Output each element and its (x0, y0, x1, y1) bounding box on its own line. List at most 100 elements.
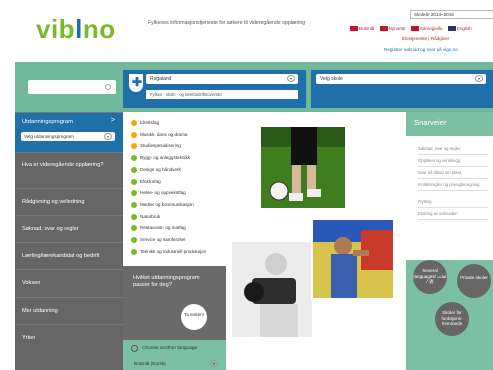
menu-item-guidance[interactable]: Rådgivning og veiledning (15, 188, 123, 215)
program-dot-icon (131, 120, 137, 126)
language-select-value: Bokmål (Norsk) (134, 361, 166, 366)
chevron-down-icon: ▾ (287, 75, 295, 82)
program-dot-icon (131, 166, 137, 173)
program-dot-icon (131, 143, 137, 150)
link-radgiver[interactable]: Rådgiver (431, 36, 449, 41)
logo-text-accent: l (75, 14, 83, 44)
program-item[interactable]: Elektrofag (131, 178, 161, 185)
vilbli-logo[interactable]: viblno (36, 14, 116, 45)
school-value: Velg skole (320, 76, 343, 82)
chevron-right-icon: > (110, 117, 115, 124)
program-item[interactable]: Idrettsfag (131, 120, 159, 126)
lang-nynorsk[interactable]: Nynorsk (389, 26, 406, 31)
program-item[interactable]: Design og håndverk (131, 166, 181, 173)
county-select[interactable]: Rogaland ▾ (146, 74, 298, 84)
program-label: Medier og kommunikasjon (140, 202, 194, 208)
language-links: Bokmål Nynorsk Sámegiella English (346, 26, 472, 32)
program-item[interactable]: Teknikk og industriell produksjon (131, 248, 207, 255)
program-label: Naturbruk (140, 213, 161, 219)
lang-bokmal[interactable]: Bokmål (359, 26, 374, 31)
program-dot-icon (131, 178, 137, 185)
program-label: Design og håndverk (140, 167, 181, 173)
program-item[interactable]: Studiespesialisering (131, 143, 181, 150)
program-item[interactable]: Musikk, dans og drama (131, 131, 188, 138)
program-dot-icon (131, 225, 137, 232)
globe-icon (131, 345, 138, 352)
program-label: Teknikk og industriell produksjon (140, 248, 207, 254)
program-dot-icon (131, 190, 137, 197)
program-dot-icon (131, 213, 137, 220)
disabilities-schools-button[interactable]: Skoler for funksjons-hemmede (435, 302, 469, 336)
shortcut-link[interactable]: Endring av søknaden (418, 211, 488, 220)
program-label: Helse- og oppvekstfag (140, 190, 186, 196)
program-dot-icon (131, 248, 137, 255)
norway-flag-icon (350, 26, 358, 32)
left-menu: Utdanningsprogram > Velg utdanningsprogr… (15, 112, 123, 370)
county-value: Rogaland (150, 76, 172, 82)
logo-text-end: no (82, 14, 116, 44)
painting-photo (311, 218, 395, 300)
chevron-down-icon: ▾ (104, 133, 112, 140)
uk-flag-icon (447, 26, 456, 32)
lang-samegiella[interactable]: Sámegiella (420, 26, 443, 31)
chevron-down-icon: ▾ (210, 360, 218, 367)
program-dot-icon (131, 155, 137, 162)
menu-item-adult[interactable]: Voksen (15, 269, 123, 297)
language-select[interactable]: Bokmål (Norsk) ▾ (131, 359, 221, 369)
county-overview-link[interactable]: Fylkes - skole - og lærebedriftsoversikt (146, 90, 298, 99)
program-item[interactable]: Naturbruk (131, 213, 161, 220)
program-label: Restaurant- og matfag (140, 225, 186, 231)
logo-text: vib (36, 14, 76, 44)
program-label: Studiespesialisering (140, 143, 181, 149)
camera-photo (232, 242, 312, 337)
school-year-select[interactable]: Skoleår 2014–2015▾ (410, 10, 493, 19)
program-item[interactable]: Restaurant- og matfag (131, 225, 186, 232)
chevron-down-icon: ▾ (475, 75, 483, 82)
menu-item-jobs[interactable]: Yrker (15, 324, 123, 354)
program-item[interactable]: Bygg- og anleggsteknikk (131, 155, 191, 162)
program-dot-icon (131, 131, 137, 138)
menu-item-what-is[interactable]: Hva er videregående opplæring? (15, 152, 123, 188)
program-dot-icon (131, 237, 137, 243)
program-label: Musikk, dans og drama (140, 131, 188, 137)
menu-item-more-education[interactable]: Mer utdanning (15, 297, 123, 324)
program-select[interactable]: Velg utdanningsprogram ▾ (21, 132, 115, 141)
menu-utdanningsprogram[interactable]: Utdanningsprogram > Velg utdanningsprogr… (15, 112, 123, 152)
program-item[interactable]: Medier og kommunikasjon (131, 201, 194, 208)
shortcut-link[interactable]: Søknad, svar og regler (418, 146, 488, 155)
search-input[interactable] (28, 80, 116, 94)
school-select[interactable]: Velg skole ▾ (316, 74, 486, 84)
help-links: Elevtjeneste | Rådgiver (402, 36, 450, 41)
program-label: Idrettsfag (140, 120, 160, 126)
norway-flag-icon (379, 26, 388, 32)
take-test-button[interactable]: Ta testen! (181, 304, 207, 330)
shortcut-link[interactable]: Svar på tilbud om plass (418, 170, 488, 179)
program-select-value: Velg utdanningsprogram (24, 134, 74, 139)
program-label: Elektrofag (140, 178, 161, 184)
county-crest-icon: ✚ (129, 74, 143, 92)
program-item[interactable]: Service og samferdsel (131, 237, 185, 243)
school-year-value: Skoleår 2014–2015 (414, 12, 454, 17)
shortcut-link[interactable]: Inntaksregler og poengberegning (418, 182, 488, 191)
football-photo (261, 127, 345, 208)
program-dot-icon (131, 201, 137, 208)
choose-language-label: Choose another language (142, 346, 198, 351)
link-elevtjeneste[interactable]: Elevtjeneste (402, 36, 427, 41)
menu-label: Utdanningsprogram (22, 119, 73, 125)
program-label: Service og samferdsel (140, 237, 186, 243)
register-link[interactable]: Registrer søknad og svar på vigo.no (384, 47, 458, 52)
search-icon[interactable] (105, 84, 111, 90)
sami-flag-icon (410, 26, 419, 32)
menu-item-apprentice[interactable]: Lærling/lærekandidat og bedrift (15, 242, 123, 269)
several-languages-button[interactable]: Several languages/ لغات / 语 (413, 260, 447, 294)
quiz-question: Hvilket utdanningsprogram passer for deg… (133, 275, 200, 288)
shortcuts-title: Snarveier (414, 118, 447, 127)
shortcut-link[interactable]: Opptaket og ventelegg (418, 158, 488, 167)
program-label: Bygg- og anleggsteknikk (140, 155, 191, 161)
site-tagline: Fylkenes informasjonstjeneste for søkere… (148, 20, 306, 26)
program-item[interactable]: Helse- og oppvekstfag (131, 190, 186, 197)
private-schools-button[interactable]: Private skoler (457, 264, 491, 298)
lang-english[interactable]: English (457, 26, 472, 31)
menu-item-application[interactable]: Søknad, svar og regler (15, 215, 123, 242)
shortcut-link[interactable]: Flytting (418, 199, 488, 208)
